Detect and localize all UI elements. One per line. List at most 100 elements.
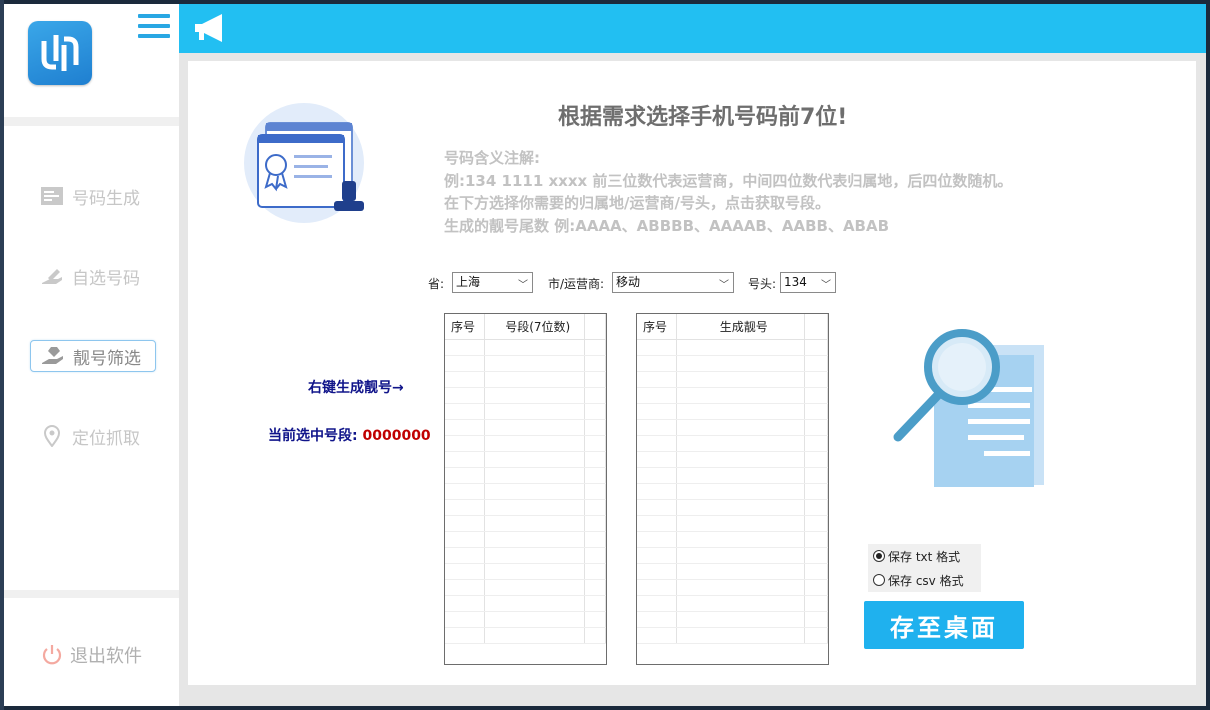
table-cell[interactable]: [637, 419, 678, 436]
table-cell[interactable]: [676, 339, 806, 356]
table-row[interactable]: [445, 435, 606, 452]
table-cell[interactable]: [804, 611, 828, 628]
table-cell[interactable]: [676, 467, 806, 484]
table-cell[interactable]: [637, 563, 678, 580]
table-cell[interactable]: [637, 435, 678, 452]
save-to-desktop-button[interactable]: 存至桌面: [864, 601, 1024, 649]
table-cell[interactable]: [484, 339, 586, 356]
table-cell[interactable]: [676, 547, 806, 564]
table-row[interactable]: [445, 451, 606, 468]
sidebar-item-location-grab[interactable]: 定位抓取: [30, 420, 156, 452]
table-cell[interactable]: [676, 595, 806, 612]
table-cell[interactable]: [584, 627, 606, 644]
table-row[interactable]: [445, 563, 606, 580]
table-cell[interactable]: [637, 499, 678, 516]
table-row[interactable]: [445, 595, 606, 612]
table-cell[interactable]: [637, 371, 678, 388]
table-cell[interactable]: [445, 547, 486, 564]
table-cell[interactable]: [676, 579, 806, 596]
table-row[interactable]: [637, 627, 828, 644]
table-cell[interactable]: [637, 387, 678, 404]
table-cell[interactable]: [445, 355, 486, 372]
table-cell[interactable]: [584, 579, 606, 596]
table-cell[interactable]: [484, 371, 586, 388]
column-header-lucky-number[interactable]: 生成靓号: [676, 314, 806, 340]
table-cell[interactable]: [484, 403, 586, 420]
table-row[interactable]: [445, 483, 606, 500]
table-row[interactable]: [637, 547, 828, 564]
table-row[interactable]: [445, 371, 606, 388]
table-cell[interactable]: [584, 483, 606, 500]
table-row[interactable]: [445, 531, 606, 548]
table-row[interactable]: [637, 483, 828, 500]
table-cell[interactable]: [484, 563, 586, 580]
table-row[interactable]: [445, 355, 606, 372]
table-cell[interactable]: [445, 483, 486, 500]
table-cell[interactable]: [445, 499, 486, 516]
table-row[interactable]: [445, 403, 606, 420]
table-cell[interactable]: [484, 355, 586, 372]
table-row[interactable]: [637, 467, 828, 484]
table-cell[interactable]: [445, 451, 486, 468]
table-cell[interactable]: [804, 515, 828, 532]
table-cell[interactable]: [676, 563, 806, 580]
table-cell[interactable]: [804, 595, 828, 612]
table-row[interactable]: [637, 403, 828, 420]
table-row[interactable]: [637, 387, 828, 404]
table-cell[interactable]: [484, 595, 586, 612]
table-row[interactable]: [445, 499, 606, 516]
table-cell[interactable]: [804, 499, 828, 516]
table-cell[interactable]: [804, 627, 828, 644]
exit-button[interactable]: 退出软件: [40, 642, 142, 668]
sidebar-item-lucky-number-filter[interactable]: 靓号筛选: [30, 340, 156, 372]
table-cell[interactable]: [637, 627, 678, 644]
megaphone-icon[interactable]: [193, 12, 227, 48]
table-row[interactable]: [445, 515, 606, 532]
table-row[interactable]: [445, 419, 606, 436]
table-cell[interactable]: [804, 563, 828, 580]
table-cell[interactable]: [804, 339, 828, 356]
table-cell[interactable]: [445, 627, 486, 644]
table-cell[interactable]: [584, 403, 606, 420]
table-row[interactable]: [637, 595, 828, 612]
table-cell[interactable]: [676, 531, 806, 548]
table-row[interactable]: [637, 435, 828, 452]
table-cell[interactable]: [445, 371, 486, 388]
table-cell[interactable]: [676, 627, 806, 644]
table-cell[interactable]: [804, 435, 828, 452]
table-cell[interactable]: [445, 467, 486, 484]
table-cell[interactable]: [804, 547, 828, 564]
table-cell[interactable]: [445, 563, 486, 580]
segment-table[interactable]: 序号 号段(7位数): [444, 313, 607, 665]
table-cell[interactable]: [584, 371, 606, 388]
table-cell[interactable]: [584, 531, 606, 548]
table-cell[interactable]: [584, 563, 606, 580]
table-cell[interactable]: [804, 451, 828, 468]
table-cell[interactable]: [637, 355, 678, 372]
table-cell[interactable]: [676, 483, 806, 500]
table-cell[interactable]: [637, 451, 678, 468]
table-cell[interactable]: [676, 419, 806, 436]
table-cell[interactable]: [445, 419, 486, 436]
table-cell[interactable]: [484, 387, 586, 404]
table-cell[interactable]: [484, 611, 586, 628]
city-operator-select[interactable]: 移动 ﹀: [612, 272, 734, 293]
table-row[interactable]: [445, 579, 606, 596]
table-cell[interactable]: [584, 515, 606, 532]
column-header-segment[interactable]: 号段(7位数): [484, 314, 586, 340]
sidebar-item-number-generate[interactable]: 号码生成: [30, 180, 156, 212]
table-row[interactable]: [637, 579, 828, 596]
table-row[interactable]: [637, 531, 828, 548]
table-cell[interactable]: [584, 451, 606, 468]
table-cell[interactable]: [584, 339, 606, 356]
table-cell[interactable]: [445, 403, 486, 420]
table-cell[interactable]: [637, 611, 678, 628]
table-cell[interactable]: [637, 483, 678, 500]
table-row[interactable]: [637, 339, 828, 356]
table-cell[interactable]: [637, 595, 678, 612]
table-row[interactable]: [637, 371, 828, 388]
table-cell[interactable]: [676, 499, 806, 516]
table-cell[interactable]: [445, 387, 486, 404]
table-row[interactable]: [445, 611, 606, 628]
table-cell[interactable]: [676, 403, 806, 420]
